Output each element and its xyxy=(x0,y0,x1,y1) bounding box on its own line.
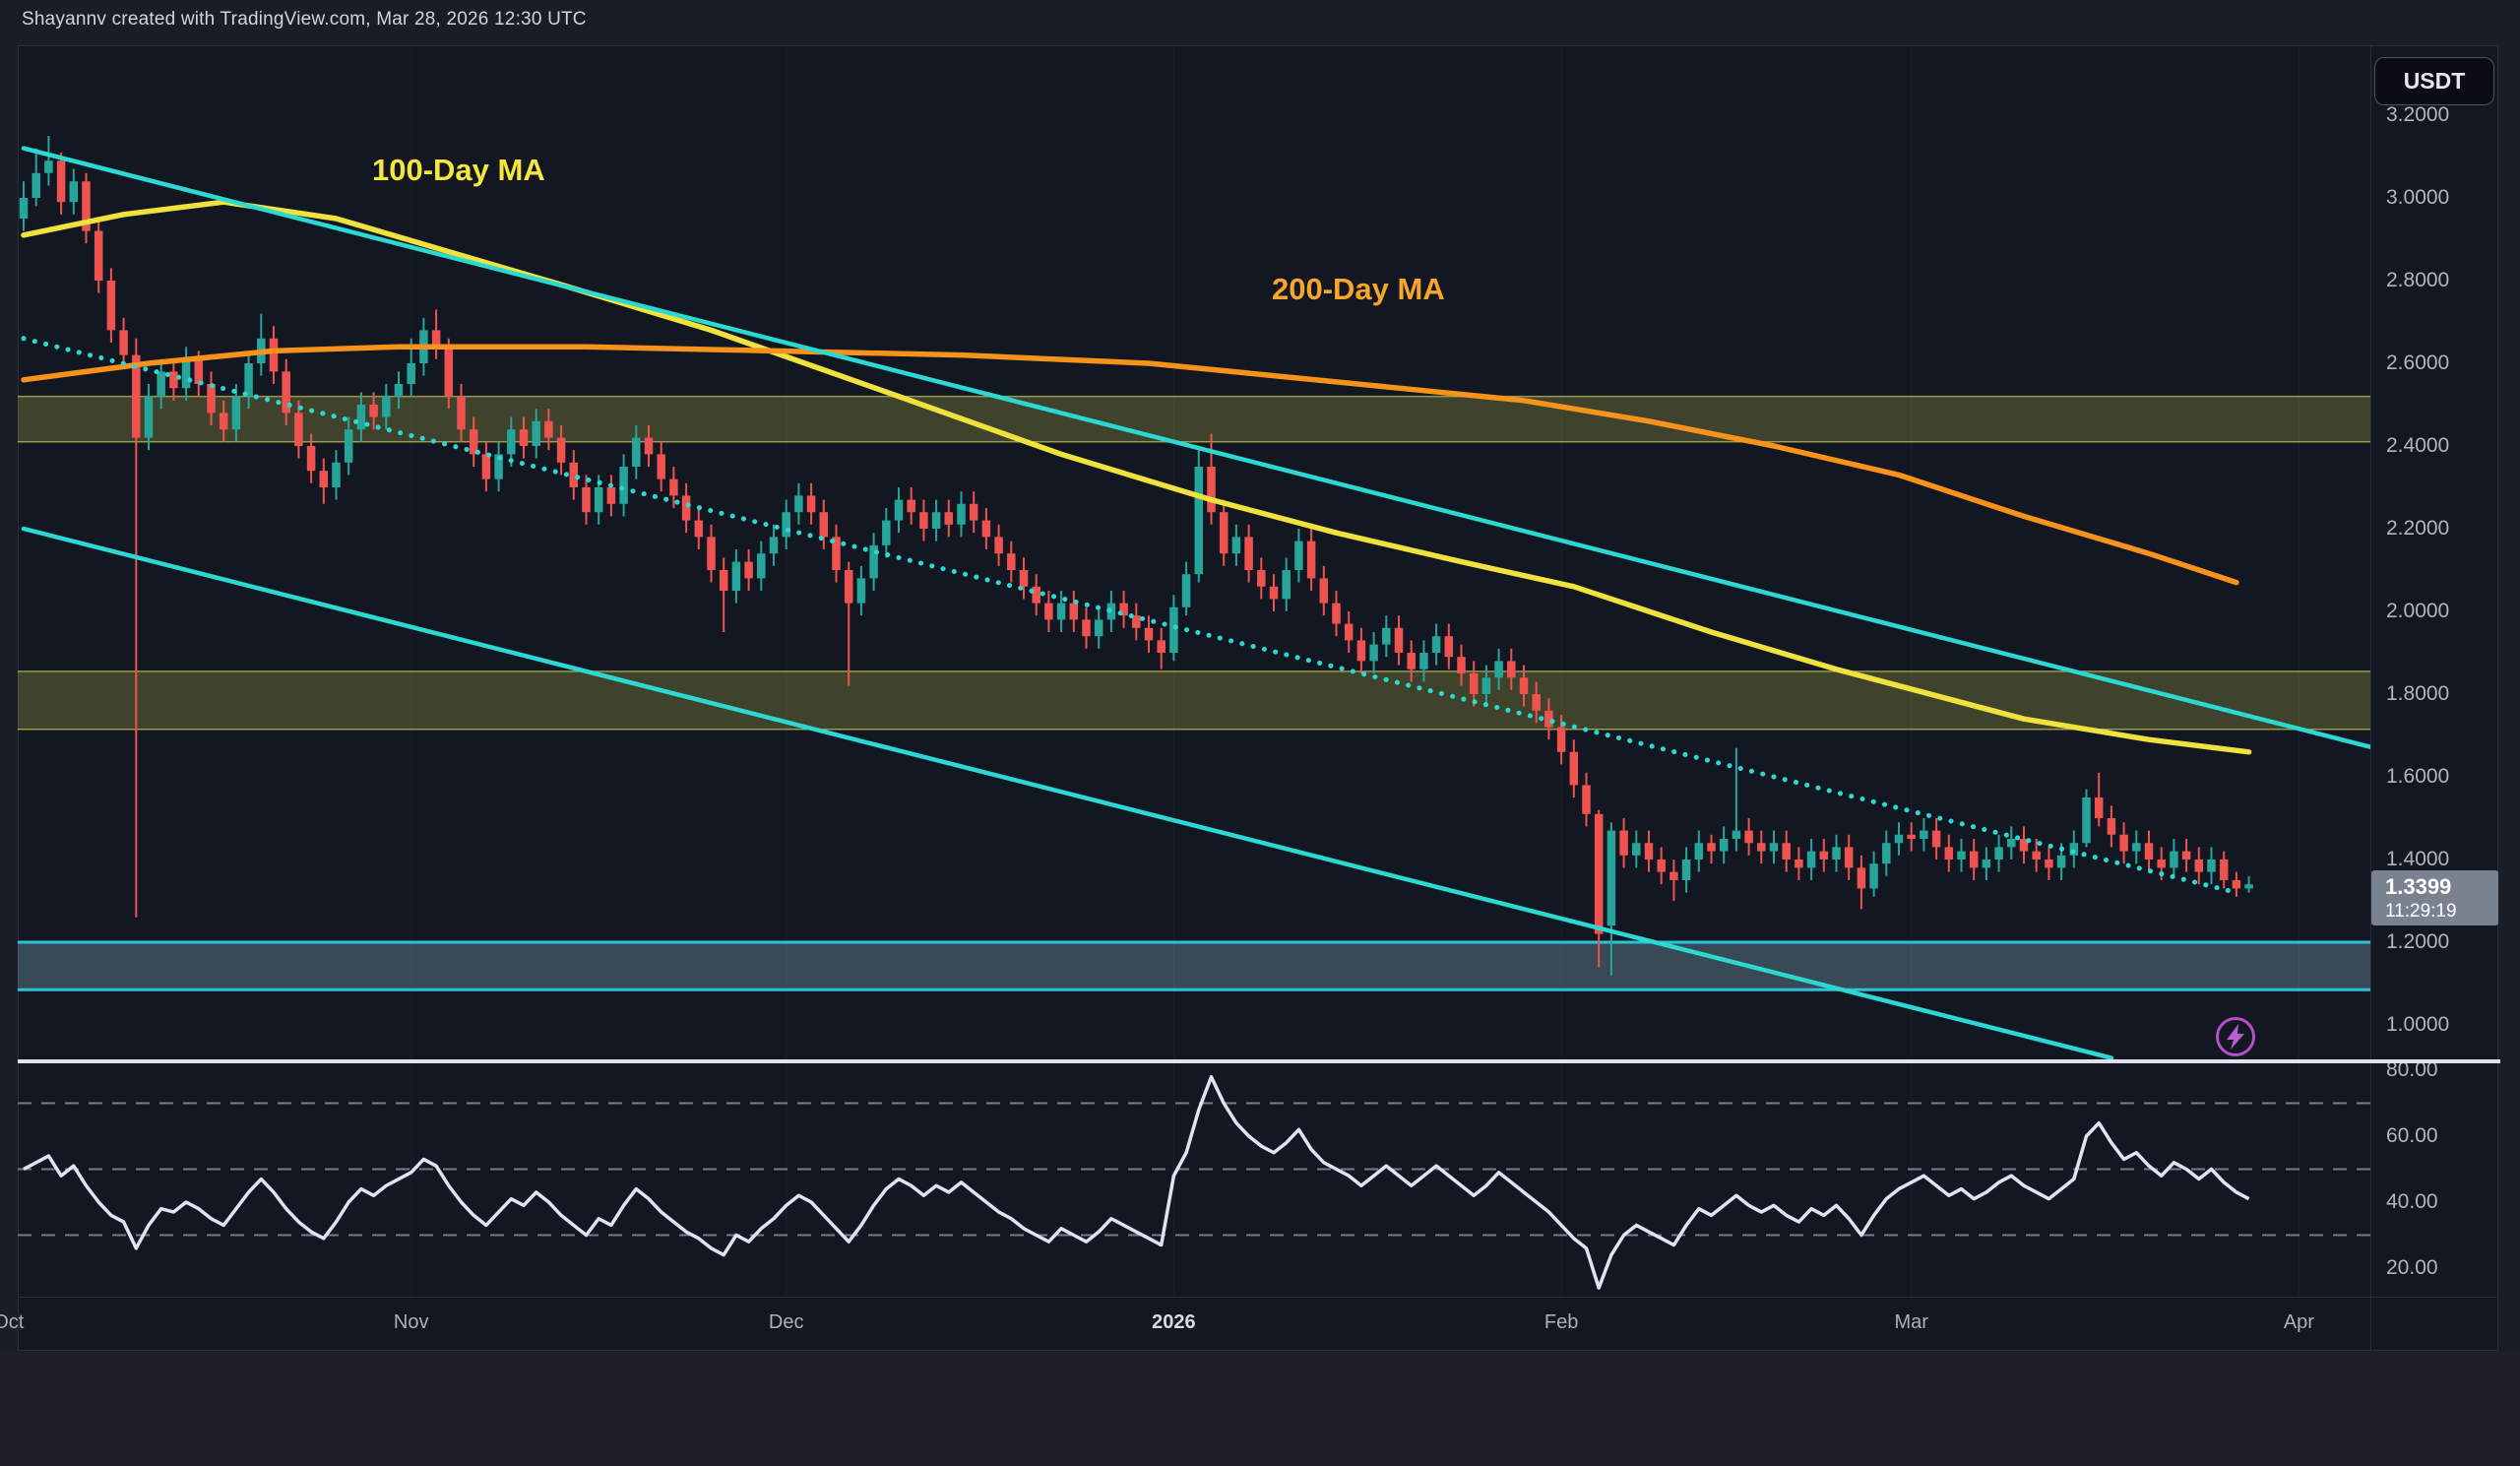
ma200-annotation: 200-Day MA xyxy=(1272,272,1445,307)
current-price-value: 1.3399 xyxy=(2385,874,2451,900)
pane-separator[interactable] xyxy=(18,1059,2500,1063)
zone-mid-zone-1.715-1.855 xyxy=(18,671,2370,730)
symbol-badge[interactable]: USDT xyxy=(2374,57,2494,105)
price-tick-label: 3.0000 xyxy=(2386,186,2449,210)
current-price-badge: 1.3399 11:29:19 xyxy=(2371,870,2498,925)
price-tick-label: 1.2000 xyxy=(2386,930,2449,954)
instant-order-button[interactable] xyxy=(2214,1015,2257,1058)
bar-countdown: 11:29:19 xyxy=(2385,900,2457,923)
price-tick-label: 1.8000 xyxy=(2386,682,2449,706)
price-tick-label: 3.2000 xyxy=(2386,103,2449,127)
month-gridlines xyxy=(411,45,2300,1059)
lightning-icon xyxy=(2214,1015,2257,1058)
moving-average-lines xyxy=(24,202,2249,752)
support-resistance-zones xyxy=(18,397,2370,990)
time-axis-label: Nov xyxy=(394,1311,429,1334)
descending-channel-trendlines xyxy=(24,149,2370,1058)
time-axis-label: Mar xyxy=(1894,1311,1927,1334)
time-axis-label: Feb xyxy=(1544,1311,1578,1334)
rsi-pane[interactable] xyxy=(18,1063,2370,1297)
price-tick-label: 1.4000 xyxy=(2386,848,2449,871)
price-tick-label: 2.2000 xyxy=(2386,517,2449,541)
price-tick-label: 2.4000 xyxy=(2386,434,2449,458)
rsi-tick-label: 60.00 xyxy=(2386,1124,2438,1148)
rsi-tick-label: 40.00 xyxy=(2386,1190,2438,1214)
time-axis-label: Oct xyxy=(0,1311,24,1334)
price-tick-label: 2.6000 xyxy=(2386,351,2449,375)
price-pane[interactable] xyxy=(18,45,2370,1059)
price-tick-label: 1.6000 xyxy=(2386,765,2449,789)
footer-bar: TradingView xyxy=(0,1351,2520,1466)
zone-support-1.085-1.20 xyxy=(18,942,2370,989)
zone-resistance-2.41-2.52 xyxy=(18,397,2370,442)
chart-credit-text: Shayannv created with TradingView.com, M… xyxy=(22,9,587,31)
price-tick-label: 2.8000 xyxy=(2386,269,2449,292)
time-axis-label: Apr xyxy=(2284,1311,2314,1334)
ma100-annotation: 100-Day MA xyxy=(372,153,545,188)
time-axis-label: 2026 xyxy=(1152,1311,1196,1334)
price-tick-label: 1.0000 xyxy=(2386,1013,2449,1037)
time-axis-label: Dec xyxy=(769,1311,804,1334)
price-tick-label: 2.0000 xyxy=(2386,600,2449,623)
rsi-tick-label: 20.00 xyxy=(2386,1256,2438,1280)
tradingview-screenshot: Shayannv created with TradingView.com, M… xyxy=(0,0,2520,1466)
rsi-line xyxy=(24,1077,2249,1288)
candlestick-series xyxy=(20,136,2253,976)
